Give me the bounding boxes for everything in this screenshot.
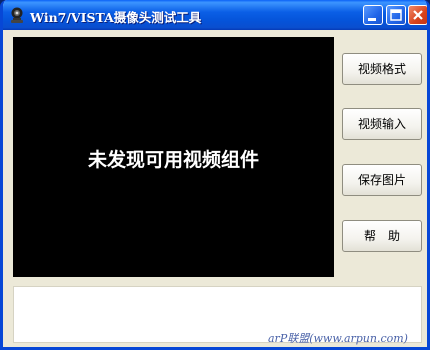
no-video-message: 未发现可用视频组件	[87, 149, 259, 171]
title-bar[interactable]: Win7/VISTA摄像头测试工具	[3, 0, 427, 30]
video-input-button[interactable]: 视频输入	[342, 108, 422, 140]
video-format-button[interactable]: 视频格式	[342, 53, 422, 85]
minimize-button[interactable]	[363, 5, 383, 25]
watermark: arP联盟(www.arpun.com)	[268, 332, 408, 345]
close-icon	[413, 10, 423, 20]
maximize-button[interactable]	[386, 5, 406, 25]
help-button[interactable]: 帮 助	[342, 220, 422, 252]
window-title: Win7/VISTA摄像头测试工具	[30, 10, 202, 25]
video-preview: 未发现可用视频组件	[13, 37, 334, 277]
app-window: Win7/VISTA摄像头测试工具 未发现可用视频组件 视频格式 视频输入 保存…	[0, 0, 430, 350]
close-button[interactable]	[408, 5, 427, 25]
maximize-icon	[390, 9, 402, 21]
minimize-icon	[368, 18, 376, 21]
webcam-icon	[8, 6, 26, 24]
save-picture-button[interactable]: 保存图片	[342, 164, 422, 196]
